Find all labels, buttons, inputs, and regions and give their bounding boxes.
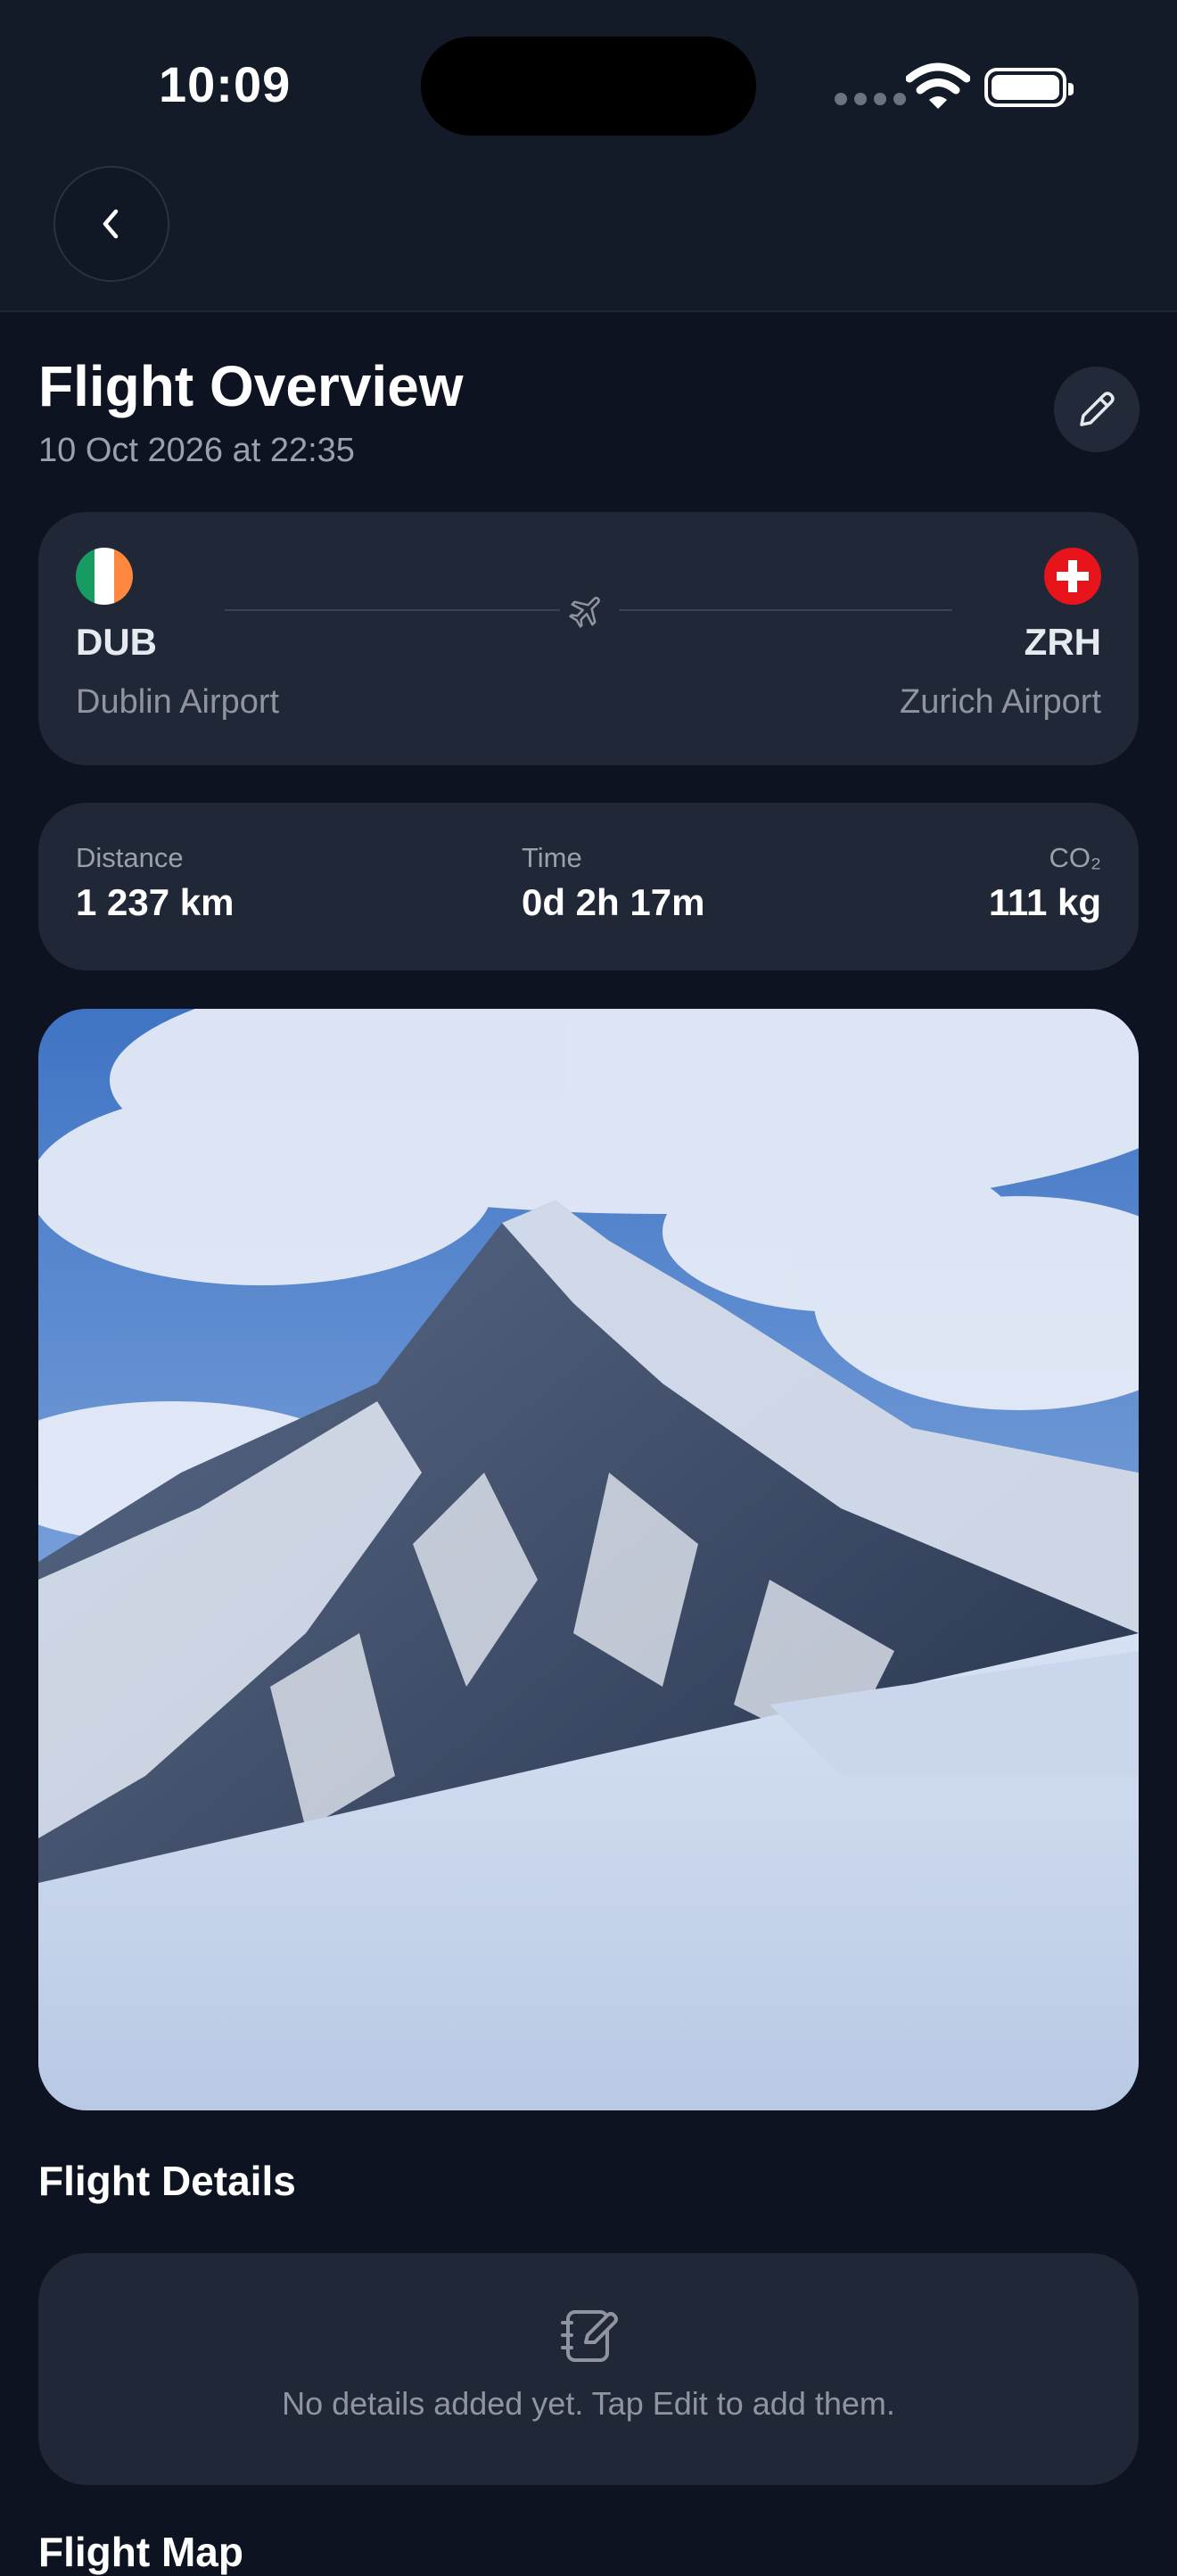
chevron-left-icon (103, 209, 119, 239)
distance-label: Distance (76, 842, 184, 873)
edit-button[interactable] (1054, 367, 1140, 452)
notebook-edit-icon (561, 2310, 618, 2362)
empty-details-message: No details added yet. Tap Edit to add th… (282, 2385, 895, 2422)
origin-code: DUB (76, 621, 157, 663)
ireland-flag-icon (76, 548, 133, 605)
destination-code: ZRH (1024, 621, 1101, 663)
flight-map-title: Flight Map (38, 2529, 243, 2575)
flight-datetime: 10 Oct 2026 at 22:35 (38, 432, 355, 469)
cellular-signal-icon (835, 93, 906, 105)
battery-icon (984, 68, 1074, 107)
back-button[interactable] (54, 166, 169, 282)
route-card[interactable]: DUB Dublin Airport ZRH Zurich Airport (38, 512, 1139, 765)
page-title: Flight Overview (38, 354, 464, 418)
origin-airport: Dublin Airport (76, 683, 280, 721)
time-label: Time (522, 842, 582, 873)
pencil-icon (1080, 392, 1115, 426)
dynamic-island (421, 37, 756, 136)
route-line-right (619, 609, 952, 611)
airplane-icon (569, 597, 600, 628)
co2-label: CO₂ (1049, 842, 1101, 873)
time-value: 0d 2h 17m (522, 881, 705, 923)
flight-details-card: No details added yet. Tap Edit to add th… (38, 2253, 1139, 2485)
flight-details-title: Flight Details (38, 2158, 296, 2204)
co2-value: 111 kg (988, 881, 1101, 923)
wifi-icon (906, 62, 970, 109)
flight-photo[interactable] (38, 1009, 1139, 2110)
status-time: 10:09 (159, 56, 292, 112)
destination-airport: Zurich Airport (900, 683, 1101, 721)
header-divider (0, 310, 1177, 312)
switzerland-flag-icon (1044, 548, 1101, 605)
route-line-left (225, 609, 560, 611)
mountain-photo-image (38, 1009, 1139, 2110)
distance-value: 1 237 km (76, 881, 235, 923)
stats-card: Distance 1 237 km Time 0d 2h 17m CO₂ 111… (38, 803, 1139, 970)
